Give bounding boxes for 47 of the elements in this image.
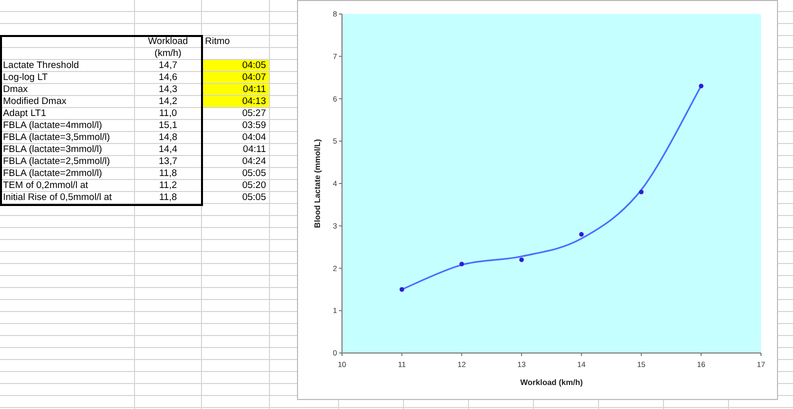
workload-value: 13,7	[158, 156, 178, 167]
x-axis-title: Workload (km/h)	[520, 378, 583, 387]
pace-value: 04:24	[241, 156, 267, 167]
workload-value: 14,7	[158, 60, 178, 71]
data-point	[519, 257, 524, 262]
workload-value: 14,4	[158, 144, 178, 155]
data-point	[698, 84, 704, 88]
row-label: Lactate Threshold	[2, 60, 80, 71]
row-label: Initial Rise of 0,5mmol/l at	[2, 192, 113, 203]
row-label: TEM of 0,2mmol/l at	[2, 180, 89, 191]
pace-value: 05:05	[241, 192, 267, 203]
data-point	[459, 262, 464, 266]
workload-value: 11,0	[158, 108, 178, 119]
column-header: (km/h)	[154, 48, 182, 59]
pace-value: 04:11	[242, 144, 267, 155]
pace-value: 04:13	[202, 96, 269, 107]
column-header: Ritmo	[204, 36, 231, 47]
row-label: Adapt LT1	[2, 108, 48, 119]
pace-value: 04:04	[241, 132, 267, 143]
workload-value: 14,2	[158, 96, 178, 107]
workload-value: 15,1	[158, 120, 178, 131]
workload-value: 11,8	[158, 192, 178, 203]
workload-value: 11,8	[158, 168, 178, 179]
row-label: FBLA (lactate=2,5mmol/l)	[2, 156, 111, 167]
pace-value: 05:27	[241, 108, 267, 119]
data-point	[400, 287, 404, 292]
data-point	[638, 190, 644, 194]
pace-value: 05:05	[241, 168, 267, 179]
data-point	[579, 232, 584, 237]
row-label: FBLA (lactate=3,5mmol/l)	[2, 132, 111, 143]
row-label: Modified Dmax	[2, 96, 68, 107]
workload-value: 14,3	[158, 84, 178, 95]
row-label: FBLA (lactate=3mmol/l)	[2, 144, 103, 155]
column-header: Workload	[147, 36, 189, 47]
workload-value: 14,6	[158, 72, 178, 83]
pace-value: 05:20	[241, 180, 267, 191]
pace-value: 03:59	[241, 120, 267, 131]
workload-value: 14,8	[158, 132, 178, 143]
row-label: FBLA (lactate=4mmol/l)	[2, 120, 103, 131]
row-label: Log-log LT	[2, 72, 49, 83]
pace-value: 04:11	[202, 84, 269, 95]
workload-value: 11,2	[158, 180, 178, 191]
row-label: Dmax	[2, 84, 29, 95]
row-label: FBLA (lactate=2mmol/l)	[2, 168, 103, 179]
y-axis-title: Blood Lactate (mmol/L)	[313, 139, 322, 228]
pace-value: 04:05	[202, 60, 269, 71]
pace-value: 04:07	[202, 72, 269, 83]
